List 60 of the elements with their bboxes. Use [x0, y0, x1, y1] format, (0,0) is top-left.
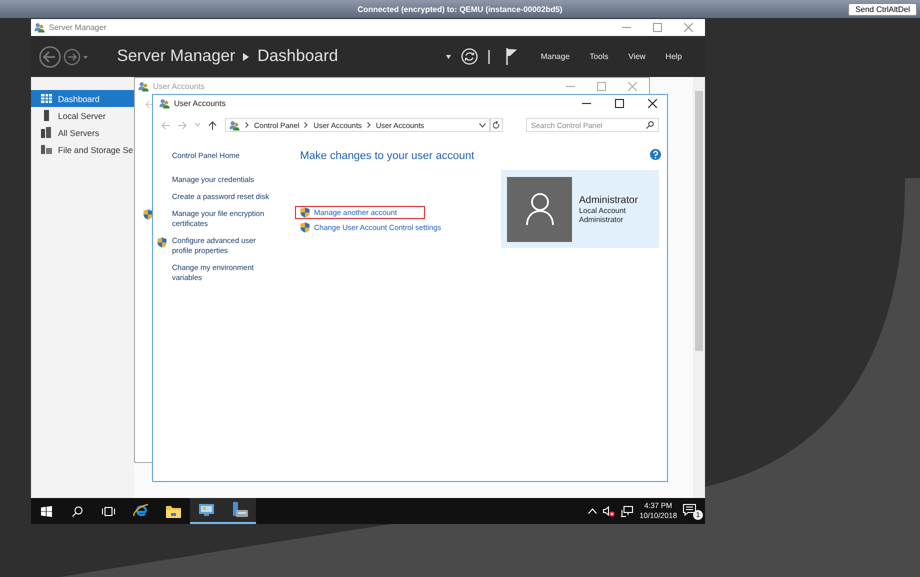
- avatar-icon: [507, 176, 572, 242]
- dashboard-icon: [41, 93, 52, 104]
- shield-icon: [300, 222, 310, 233]
- flag-icon[interactable]: [506, 48, 518, 65]
- back-forward-icon[interactable]: [39, 44, 89, 68]
- app-icon: [34, 22, 45, 33]
- chevron-icon: [245, 122, 249, 128]
- taskbar-app[interactable]: [190, 498, 223, 524]
- up-arrow-icon[interactable]: [208, 120, 217, 130]
- menu-item[interactable]: Help: [660, 52, 687, 61]
- servers-icon: [41, 127, 52, 138]
- start-icon[interactable]: [41, 506, 52, 516]
- notification-icon[interactable]: [683, 504, 696, 516]
- shield-icon: [300, 207, 310, 218]
- refresh-icon[interactable]: [493, 121, 500, 129]
- sidebar-item[interactable]: Dashboard: [31, 90, 134, 107]
- shield-icon: [143, 209, 153, 220]
- back-arrow-icon: [145, 100, 154, 109]
- taskbar-app[interactable]: [223, 498, 256, 524]
- send-ctrl-alt-del-button[interactable]: Send CtrlAltDel: [848, 3, 917, 16]
- caret-icon: [243, 52, 250, 60]
- sidebar-item[interactable]: All Servers: [31, 124, 134, 141]
- browser-icon[interactable]: [132, 503, 148, 519]
- speaker-muted-icon[interactable]: [603, 506, 616, 516]
- menu-item[interactable]: Tools: [584, 52, 614, 61]
- dropdown-icon[interactable]: [446, 54, 451, 58]
- network-icon[interactable]: [621, 506, 634, 516]
- shield-icon: [157, 237, 167, 248]
- sidebar-item[interactable]: File and Storage Se: [31, 141, 134, 158]
- separator-icon: [488, 50, 490, 64]
- search-icon[interactable]: [646, 121, 654, 129]
- chevron-up-icon[interactable]: [588, 508, 598, 514]
- chevron-icon: [304, 122, 308, 128]
- server-icon: [41, 110, 52, 121]
- window-title: User Accounts: [153, 82, 205, 91]
- menu-item[interactable]: Manage: [536, 52, 575, 61]
- storage-icon: [41, 144, 52, 155]
- users-icon: [138, 81, 149, 92]
- account-name: Administrator: [579, 194, 638, 206]
- sidebar-item[interactable]: Local Server: [31, 107, 134, 124]
- help-icon[interactable]: [650, 149, 661, 160]
- folder-icon[interactable]: [166, 504, 181, 518]
- users-icon: [229, 120, 240, 130]
- menu-item[interactable]: View: [623, 52, 651, 61]
- users-icon: [159, 98, 170, 108]
- close-icon[interactable]: [648, 98, 657, 108]
- section-heading: Make changes to your user account: [300, 150, 476, 162]
- task-view-icon[interactable]: [102, 506, 115, 516]
- refresh-button[interactable]: [490, 118, 503, 132]
- control-panel-icon[interactable]: [199, 504, 214, 516]
- breadcrumb-text: Server Manager: [117, 47, 236, 66]
- dropdown-icon[interactable]: [479, 122, 486, 128]
- search-icon[interactable]: [72, 506, 83, 516]
- chevron-icon: [366, 122, 371, 128]
- window-title: User Accounts: [174, 98, 226, 108]
- window-title: Server Manager: [49, 23, 106, 32]
- scrollbar[interactable]: [693, 77, 705, 498]
- connection-status: Connected (encrypted) to: QEMU (instance-00002bd5): [358, 4, 562, 14]
- breadcrumb-text: Dashboard: [257, 47, 338, 66]
- server-manager-icon[interactable]: [232, 502, 248, 518]
